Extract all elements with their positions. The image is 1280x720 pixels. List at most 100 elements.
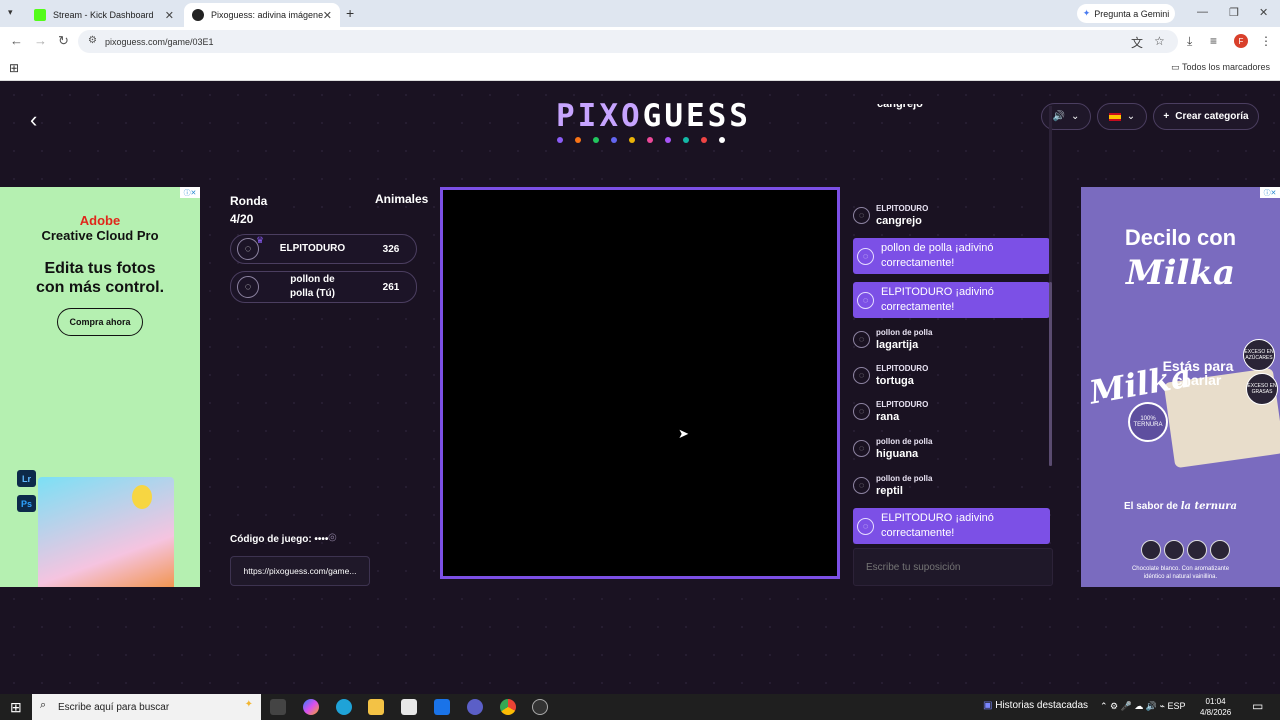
apps-grid-icon[interactable]: ⊞ <box>9 61 19 75</box>
close-icon[interactable]: ✕ <box>323 9 332 22</box>
task-view-icon[interactable] <box>270 699 286 715</box>
maximize-icon[interactable]: ❐ <box>1229 6 1239 19</box>
player-name: pollon de polla (Tú) <box>290 274 335 299</box>
profile-avatar[interactable]: F <box>1234 34 1248 48</box>
guess-text: cangrejo <box>877 104 923 110</box>
milka-ad[interactable]: ⓘ✕ Decilo con Milka Milka Estás para char… <box>1081 187 1280 587</box>
ad-art-shape <box>132 485 152 509</box>
news-widget[interactable]: ▣ Historias destacadas <box>983 700 1088 711</box>
round-indicator: Ronda 4/20 <box>230 194 268 226</box>
user-avatar-icon: ◌ <box>853 476 870 494</box>
system-tray[interactable]: ⌃ ⚙ 🎤 ☁ 🔊 ⌁ ESP <box>1100 701 1185 712</box>
correct-guess-notice: ◌ ELPITODURO ¡adivinó correctamente! <box>853 282 1050 318</box>
eye-off-icon[interactable]: ◎ <box>328 532 337 543</box>
ad-tagline: El sabor de la ternura <box>1124 501 1237 512</box>
logo-dot <box>593 137 599 143</box>
correct-guess-notice: ◌ pollon de polla ¡adivinó correctamente! <box>853 238 1050 274</box>
tab-kick-dashboard[interactable]: Stream - Kick Dashboard ✕ <box>26 3 182 27</box>
guess-input[interactable] <box>853 548 1053 586</box>
news-icon: ▣ <box>983 700 996 711</box>
copilot-sparkle-icon: ✦ <box>244 699 253 710</box>
bookmarks-bar: ⊞ ▭ Todos los marcadores <box>0 56 1280 81</box>
chrome-icon[interactable] <box>500 699 516 715</box>
adchoices-icon[interactable]: ⓘ✕ <box>180 187 200 198</box>
player-avatar-icon: ◌ <box>237 276 259 298</box>
forward-arrow-icon[interactable]: → <box>34 33 47 48</box>
guess-text: reptil <box>876 485 903 497</box>
gemini-button[interactable]: ✦ Pregunta a Gemini <box>1077 4 1175 23</box>
warning-badge: EXCESO EN GRASAS <box>1246 373 1278 405</box>
plus-icon: + <box>1163 111 1170 122</box>
store-icon[interactable] <box>401 699 417 715</box>
lightroom-icon: Lr <box>17 470 36 487</box>
player-name: ELPITODURO <box>279 243 346 254</box>
ad-cta-button[interactable]: Compra ahora <box>57 308 143 336</box>
all-bookmarks-link[interactable]: ▭ Todos los marcadores <box>1171 62 1270 73</box>
player-row: ◌ pollon de polla (Tú) 261 <box>230 271 417 303</box>
bookmark-star-icon[interactable]: ☆ <box>1154 34 1165 48</box>
logo-dot <box>683 137 689 143</box>
user-avatar-icon: ◌ <box>857 247 874 265</box>
adchoices-icon[interactable]: ⓘ✕ <box>1260 187 1280 198</box>
drawing-canvas[interactable] <box>440 187 840 579</box>
close-icon[interactable]: ✕ <box>165 9 174 22</box>
logo-dot <box>647 137 653 143</box>
minimize-icon[interactable]: — <box>1197 6 1208 18</box>
tab-search-icon[interactable]: ▾ <box>8 7 13 18</box>
chat-scrollbar-thumb[interactable] <box>1049 282 1052 466</box>
url-field[interactable]: ⚙ pixoguess.com/game/03E1 <box>78 30 1178 53</box>
warning-badge: EXCESO EN AZÚCARES <box>1243 339 1275 371</box>
share-link-button[interactable]: https://pixoguess.com/game... <box>230 556 370 586</box>
logo-dots <box>557 137 725 143</box>
chat-message: ◌ ELPITODURO rana <box>852 398 1050 424</box>
ad-slogan: Estás para charlar <box>1162 358 1234 388</box>
chat-message: ◌ pollon de polla lagartija <box>852 326 1050 352</box>
clock[interactable]: 01:04 4/8/2026 <box>1200 696 1231 718</box>
game-code-label: Código de juego: •••• <box>230 534 329 545</box>
user-avatar-icon: ◌ <box>857 517 874 535</box>
close-window-icon[interactable]: ✕ <box>1259 6 1268 19</box>
download-icon[interactable]: ⤓ <box>1187 34 1192 49</box>
ad-brand: Adobe Creative Cloud Pro <box>41 213 159 243</box>
menu-kebab-icon[interactable]: ⋮ <box>1260 34 1272 48</box>
chat-message: ◌ ELPITODURO cangrejo <box>852 202 1050 228</box>
tab-strip: ▾ Stream - Kick Dashboard ✕ Pixoguess: a… <box>0 0 1280 27</box>
guess-text: tortuga <box>876 375 914 387</box>
obs-icon[interactable] <box>532 699 548 715</box>
outlook-icon[interactable] <box>434 699 450 715</box>
copilot-icon[interactable] <box>303 699 319 715</box>
language-select[interactable]: ⌄ <box>1097 103 1147 130</box>
edge-icon[interactable] <box>336 699 352 715</box>
ad-headline: Edita tus fotos con más control. <box>35 260 165 296</box>
logo-dot <box>665 137 671 143</box>
ad-brand-title: Milka <box>1125 253 1236 293</box>
gemini-icon: ✦ <box>1082 8 1091 18</box>
spain-flag-icon <box>1108 112 1121 121</box>
file-explorer-icon[interactable] <box>368 699 384 715</box>
windows-start-icon[interactable]: ⊞ <box>10 699 22 716</box>
pixoguess-logo: PIXOGUESS <box>556 98 751 134</box>
chat-message: ◌ ELPITODURO tortuga <box>852 362 1050 388</box>
back-chevron-icon[interactable]: ‹ <box>30 107 37 133</box>
reload-icon[interactable]: ↻ <box>58 33 69 49</box>
site-info-icon[interactable]: ⚙ <box>88 35 97 46</box>
adobe-ad[interactable]: ⓘ✕ Adobe Creative Cloud Pro Edita tus fot… <box>0 187 200 587</box>
mouse-cursor-icon: ➤ <box>678 426 689 441</box>
search-icon: ⌕ <box>40 699 47 711</box>
taskbar-search-field[interactable]: ⌕ Escribe aquí para buscar ✦ <box>32 694 261 720</box>
discord-icon[interactable] <box>467 699 483 715</box>
new-tab-icon[interactable]: + <box>346 5 354 21</box>
player-score: 261 <box>382 281 400 293</box>
user-avatar-icon: ◌ <box>857 291 874 309</box>
logo-dot <box>701 137 707 143</box>
user-avatar-icon: ◌ <box>853 439 870 457</box>
translate-icon[interactable]: 文 <box>1131 34 1143 51</box>
chat-log[interactable]: cangrejo ◌ ELPITODURO cangrejo ◌ pollon d… <box>852 104 1054 472</box>
notification-icon[interactable]: ▭ <box>1252 699 1263 713</box>
reading-list-icon[interactable]: ≡ <box>1210 34 1217 48</box>
create-category-button[interactable]: + Crear categoría <box>1153 103 1259 130</box>
tab-pixoguess[interactable]: Pixoguess: adivina imágenes p... ✕ <box>184 3 340 27</box>
ad-footnote: Chocolate blanco. Con aromatizante idénti… <box>1131 566 1230 580</box>
back-arrow-icon[interactable]: ← <box>10 33 23 48</box>
logo-dot <box>611 137 617 143</box>
